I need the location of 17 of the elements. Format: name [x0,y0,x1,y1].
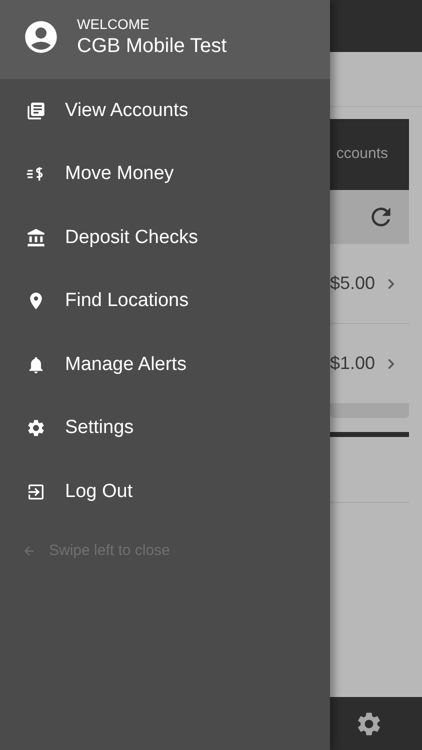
menu-item[interactable]: Find Locations [0,270,330,333]
menu-item[interactable]: Manage Alerts [0,333,330,396]
menu-item[interactable]: Settings [0,396,330,460]
stacked-pages-icon [26,100,46,121]
menu-item[interactable]: Move Money [0,142,330,206]
logout-icon [26,482,46,502]
account-balance: $1.00 [330,352,376,375]
back-arrow-icon [22,544,36,558]
account-balance: $5.00 [330,272,376,295]
user-name: CGB Mobile Test [77,34,227,58]
menu-item[interactable]: Deposit Checks [0,206,330,270]
bank-icon [26,228,46,248]
menu-item[interactable]: Log Out [0,460,330,524]
menu-item[interactable]: View Accounts [0,79,330,142]
welcome-label: WELCOME [77,14,150,32]
card-title: ccounts [336,144,388,164]
settings-icon [26,418,46,438]
